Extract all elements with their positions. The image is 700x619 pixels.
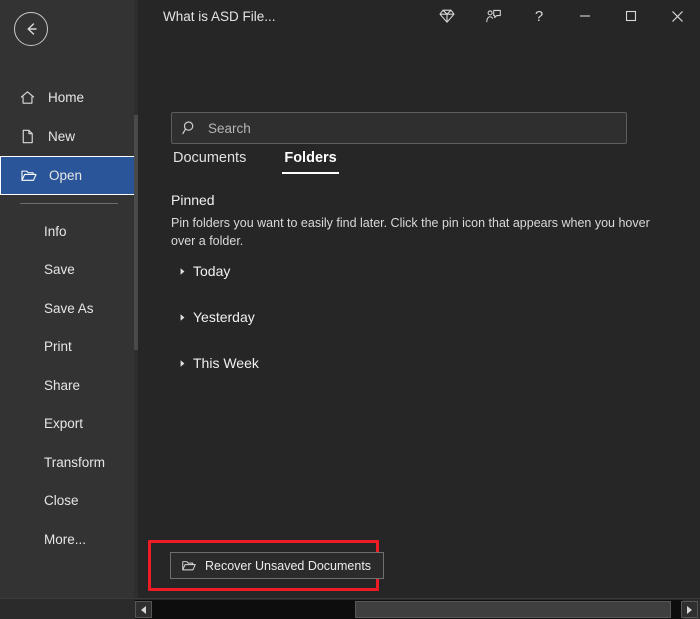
sidebar-item-label: Export [44, 416, 84, 432]
sidebar-item-open[interactable]: Open [0, 156, 135, 195]
maximize-icon[interactable] [608, 0, 654, 32]
chevron-right-icon [171, 267, 193, 276]
sidebar-item-save-as[interactable]: Save As [0, 289, 135, 328]
group-row-today[interactable]: Today [171, 263, 230, 279]
back-arrow-icon[interactable] [14, 12, 48, 46]
office-backstage-window: Home New Open Info Save Save As Print Sh… [0, 0, 700, 619]
open-folder-icon [180, 557, 197, 574]
group-label: Yesterday [193, 309, 255, 325]
help-icon[interactable]: ? [516, 0, 562, 32]
feedback-icon[interactable] [470, 0, 516, 32]
horizontal-scrollbar [0, 598, 700, 619]
tab-documents[interactable]: Documents [171, 150, 248, 174]
sidebar-item-print[interactable]: Print [0, 328, 135, 367]
home-icon [18, 88, 37, 107]
sidebar-item-label: Transform [44, 454, 106, 470]
tab-label: Folders [284, 150, 337, 166]
window-controls: ? [424, 0, 700, 32]
sidebar-item-new[interactable]: New [0, 117, 135, 156]
sidebar-item-save[interactable]: Save [0, 251, 135, 290]
open-pane: What is ASD File... ? Search Documents F… [138, 0, 700, 598]
sidebar-item-home[interactable]: Home [0, 78, 135, 117]
sidebar-item-transform[interactable]: Transform [0, 443, 135, 482]
sidebar-item-label: Share [44, 377, 81, 393]
new-document-icon [18, 127, 37, 146]
sidebar-item-share[interactable]: Share [0, 366, 135, 405]
close-icon[interactable] [654, 0, 700, 32]
sidebar-item-label: New [48, 129, 76, 144]
sidebar-item-label: Info [44, 223, 67, 239]
diamond-icon[interactable] [424, 0, 470, 32]
group-row-this-week[interactable]: This Week [171, 355, 259, 371]
sidebar-item-label: Print [44, 339, 72, 355]
pinned-heading: Pinned [171, 192, 215, 208]
search-box[interactable] [171, 112, 627, 144]
tab-label: Documents [173, 150, 247, 166]
group-row-yesterday[interactable]: Yesterday [171, 309, 255, 325]
sidebar-item-more[interactable]: More... [0, 520, 135, 559]
minimize-icon[interactable] [562, 0, 608, 32]
sidebar-primary-nav: Home New Open [0, 78, 135, 195]
backstage-sidebar: Home New Open Info Save Save As Print Sh… [0, 0, 135, 598]
sidebar-secondary-nav: Info Save Save As Print Share Export Tra… [0, 212, 135, 559]
sidebar-item-close[interactable]: Close [0, 482, 135, 521]
arrow-left-icon[interactable] [135, 601, 152, 618]
recover-button-label: Recover Unsaved Documents [205, 558, 372, 573]
sidebar-item-label: Save [44, 262, 75, 278]
sidebar-item-label: Home [48, 90, 85, 105]
chevron-right-icon [171, 359, 193, 368]
sidebar-item-label: Close [44, 493, 79, 509]
pinned-description: Pin folders you want to easily find late… [171, 216, 650, 249]
group-label: Today [193, 263, 231, 279]
page-title: What is ASD File... [163, 9, 276, 24]
open-pane-tabs: Documents Folders [171, 150, 373, 174]
sidebar-item-export[interactable]: Export [0, 405, 135, 444]
chevron-right-icon [171, 313, 193, 322]
open-folder-icon [19, 166, 38, 185]
recover-unsaved-documents-button[interactable]: Recover Unsaved Documents [170, 552, 385, 579]
group-label: This Week [193, 355, 259, 371]
sidebar-item-label: More... [44, 531, 87, 547]
sidebar-divider [20, 203, 118, 204]
arrow-right-icon[interactable] [681, 601, 698, 618]
sidebar-item-label: Open [49, 168, 83, 183]
tab-folders[interactable]: Folders [282, 150, 340, 174]
sidebar-item-label: Save As [44, 300, 94, 316]
sidebar-item-info[interactable]: Info [0, 212, 135, 251]
search-icon [172, 120, 208, 136]
horizontal-scrollbar-thumb[interactable] [355, 601, 671, 618]
search-input[interactable] [208, 120, 626, 136]
